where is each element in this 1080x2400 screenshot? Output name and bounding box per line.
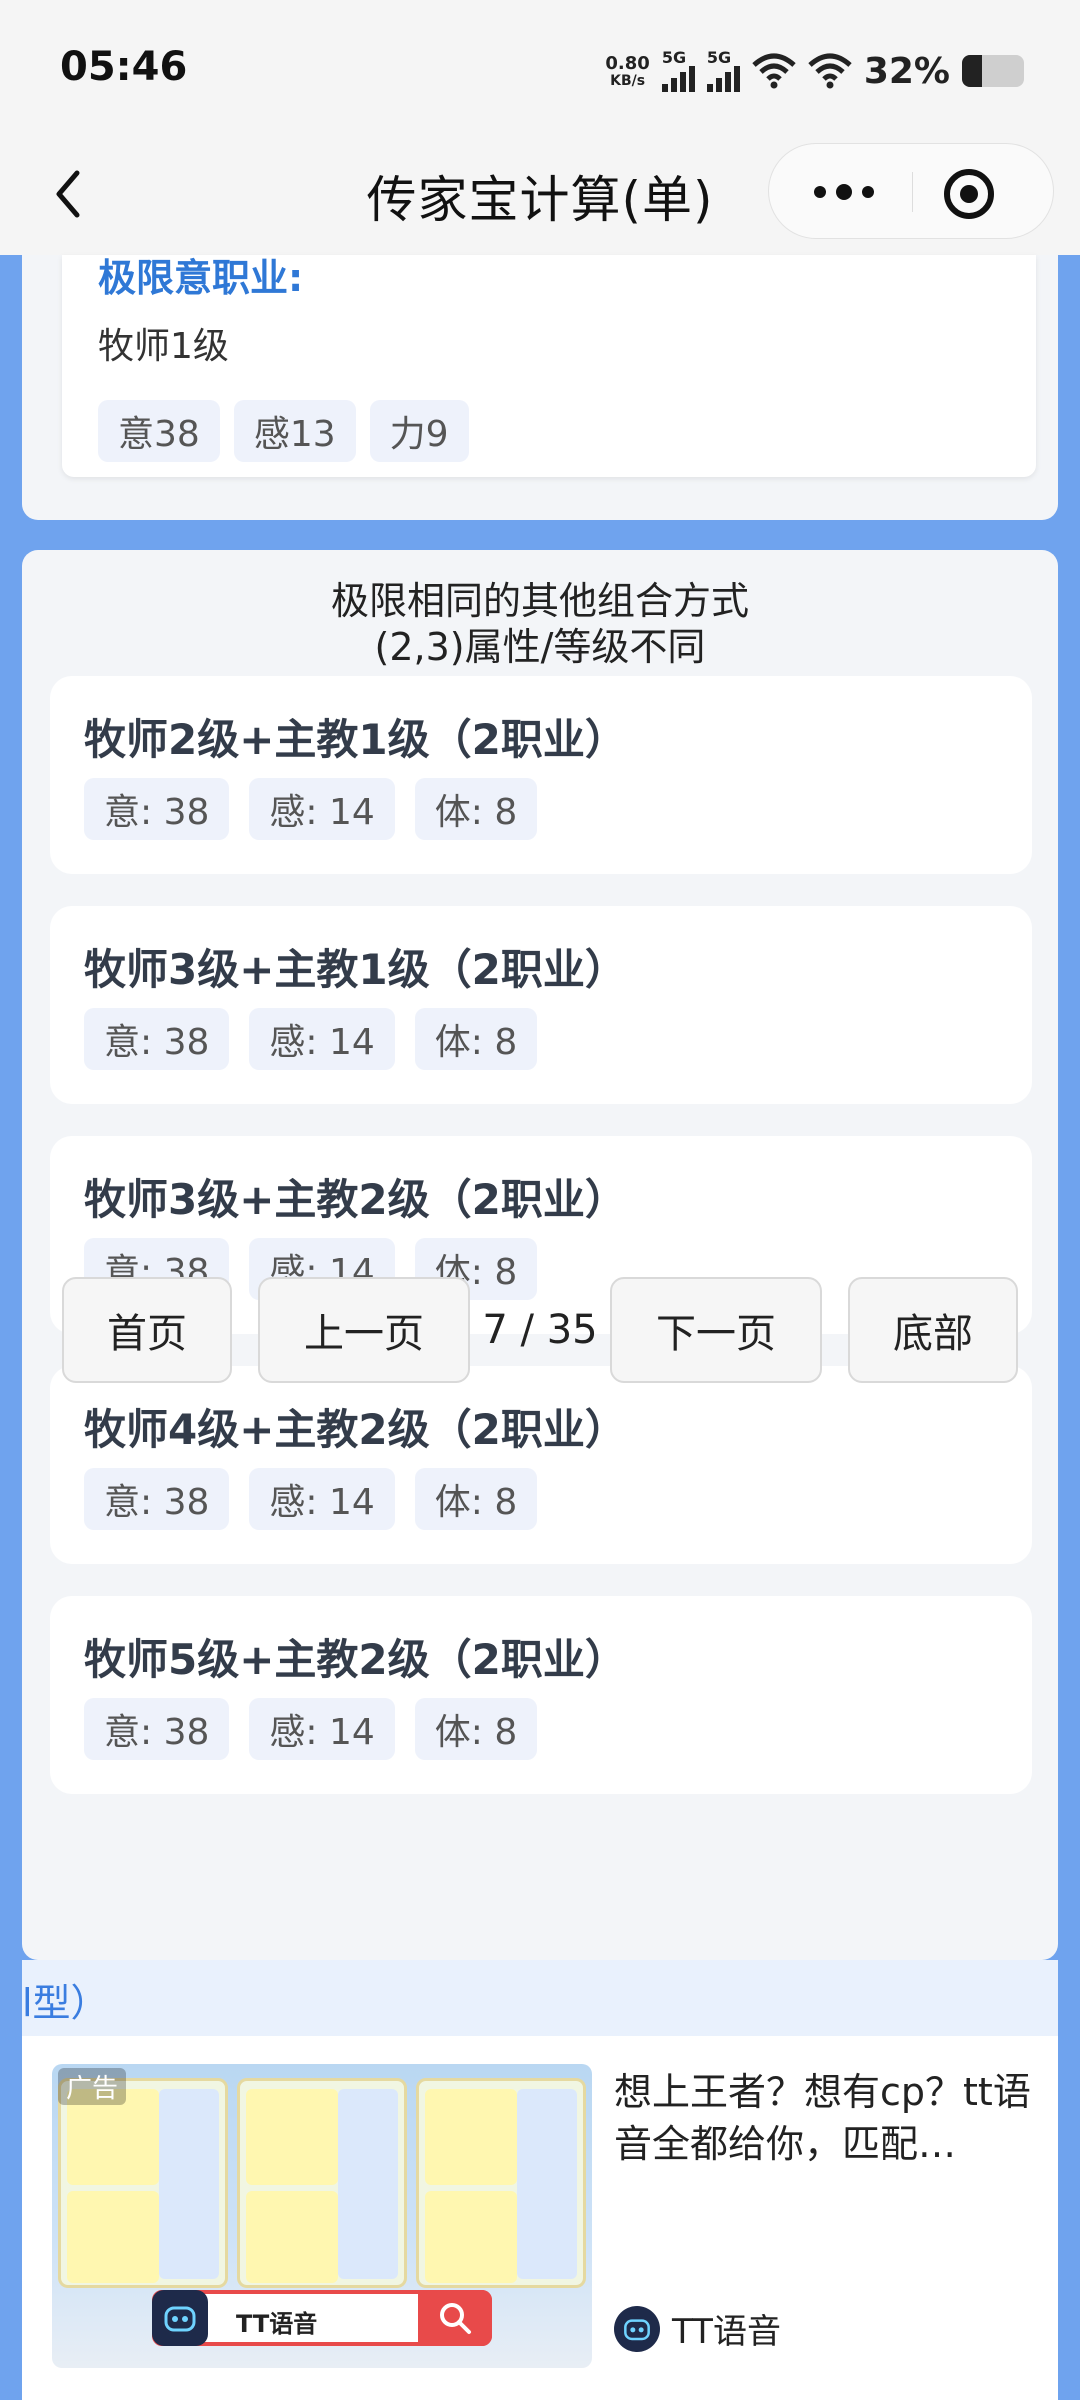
stat-tag: 意: 38: [84, 778, 230, 840]
wifi-icon: [752, 53, 796, 89]
bottom-button[interactable]: 底部: [848, 1277, 1018, 1383]
combinations-panel: 极限相同的其他组合方式 (2,3)属性/等级不同 牧师2级+主教1级（2职业） …: [22, 550, 1058, 1960]
ad-illustration: [58, 2078, 228, 2288]
battery-level: [962, 55, 982, 87]
limit-job-name: 牧师1级: [98, 326, 229, 367]
combination-tags: 意: 38 感: 14 体: 8: [84, 778, 538, 840]
limit-job-tags: 意38 感13 力9: [98, 400, 469, 462]
stat-tag: 意: 38: [84, 1698, 230, 1760]
combination-title: 牧师5级+主教2级（2职业）: [84, 1635, 627, 1684]
ad-text[interactable]: 想上王者？想有cp？tt语音全都给你，匹配…: [614, 2066, 1034, 2170]
ad-badge[interactable]: 广告: [58, 2068, 127, 2105]
battery-icon: [962, 55, 1024, 87]
ad-banner[interactable]: 广告 TT语音 想上王者？想有cp？tt语音全都给你，匹配… TT语音: [22, 2036, 1058, 2400]
target-close-icon: [944, 169, 994, 219]
stat-tag: 感: 14: [249, 1698, 395, 1760]
prev-page-button[interactable]: 上一页: [258, 1277, 470, 1383]
combination-tags: 意: 38 感: 14 体: 8: [84, 1698, 538, 1760]
combination-card[interactable]: 牧师4级+主教2级（2职业） 意: 38 感: 14 体: 8: [50, 1366, 1032, 1564]
capsule-divider: [912, 172, 913, 212]
network-speed-value: 0.80: [605, 53, 650, 74]
search-icon: [440, 2303, 471, 2334]
combination-card[interactable]: 牧师2级+主教1级（2职业） 意: 38 感: 14 体: 8: [50, 676, 1032, 874]
close-mini-program-button[interactable]: [939, 164, 999, 224]
tt-brand-icon: [614, 2305, 660, 2352]
ad-search-button: [418, 2290, 492, 2346]
combination-tags: 意: 38 感: 14 体: 8: [84, 1468, 538, 1530]
network-speed: 0.80 KB/s: [605, 53, 650, 89]
signal-sim1-icon: 5G: [661, 48, 695, 92]
mini-program-capsule: [768, 143, 1054, 239]
signal-sim2-icon: 5G: [706, 48, 740, 92]
ad-brand-name: TT语音: [672, 2312, 781, 2352]
stat-tag: 体: 8: [414, 1698, 538, 1760]
stat-tag: 力9: [369, 400, 469, 462]
nav-bar: 传家宝计算(单): [0, 140, 1080, 255]
combination-title: 牧师3级+主教1级（2职业）: [84, 945, 627, 994]
ad-image[interactable]: 广告 TT语音: [52, 2064, 592, 2368]
status-bar: 05:46 0.80 KB/s 5G 5G 32%: [0, 0, 1080, 140]
status-time: 05:46: [60, 44, 188, 90]
combination-card[interactable]: 牧师5级+主教2级（2职业） 意: 38 感: 14 体: 8: [50, 1596, 1032, 1794]
stat-tag: 意38: [98, 400, 220, 462]
section-title-line2: (2,3)属性/等级不同: [374, 625, 706, 669]
stat-tag: 体: 8: [414, 1008, 538, 1070]
stat-tag: 意: 38: [84, 1008, 230, 1070]
ad-header-strip: l型）: [22, 1960, 1058, 2036]
stat-tag: 意: 38: [84, 1468, 230, 1530]
more-icon: [814, 186, 826, 198]
first-page-button[interactable]: 首页: [62, 1277, 232, 1383]
tt-app-icon: [152, 2290, 208, 2346]
ad-illustration: [237, 2078, 407, 2288]
stat-tag: 感: 14: [249, 1008, 395, 1070]
section-title-line1: 极限相同的其他组合方式: [330, 579, 749, 623]
next-page-button[interactable]: 下一页: [610, 1277, 822, 1383]
wifi-icon: [808, 53, 852, 89]
status-icons: 0.80 KB/s 5G 5G 32%: [605, 46, 1024, 96]
sim2-label: 5G: [706, 48, 732, 67]
limit-result-panel: 极限意职业: 牧师1级 意38 感13 力9: [22, 255, 1058, 520]
stat-tag: 体: 8: [414, 778, 538, 840]
combination-card[interactable]: 牧师3级+主教1级（2职业） 意: 38 感: 14 体: 8: [50, 906, 1032, 1104]
stat-tag: 感13: [233, 400, 356, 462]
network-speed-unit: KB/s: [610, 73, 646, 89]
more-button[interactable]: [809, 172, 879, 212]
limit-job-heading: 极限意职业:: [98, 256, 304, 300]
ad-illustration: [416, 2078, 586, 2288]
page-indicator: 7 / 35: [482, 1307, 598, 1353]
stat-tag: 感: 14: [249, 778, 395, 840]
stat-tag: 感: 14: [249, 1468, 395, 1530]
sim1-label: 5G: [661, 48, 687, 67]
combination-title: 牧师4级+主教2级（2职业）: [84, 1405, 627, 1454]
stat-tag: 体: 8: [414, 1468, 538, 1530]
combination-title: 牧师2级+主教1级（2职业）: [84, 715, 627, 764]
ad-search-label: TT语音: [236, 2310, 318, 2338]
battery-percent: 32%: [863, 50, 950, 92]
ad-strip-text: l型）: [22, 1981, 109, 2025]
ad-brand[interactable]: TT语音: [614, 2304, 781, 2353]
combination-title: 牧师3级+主教2级（2职业）: [84, 1175, 627, 1224]
limit-result-card: 极限意职业: 牧师1级 意38 感13 力9: [62, 255, 1036, 477]
section-title: 极限相同的其他组合方式 (2,3)属性/等级不同: [22, 578, 1058, 670]
combination-tags: 意: 38 感: 14 体: 8: [84, 1008, 538, 1070]
